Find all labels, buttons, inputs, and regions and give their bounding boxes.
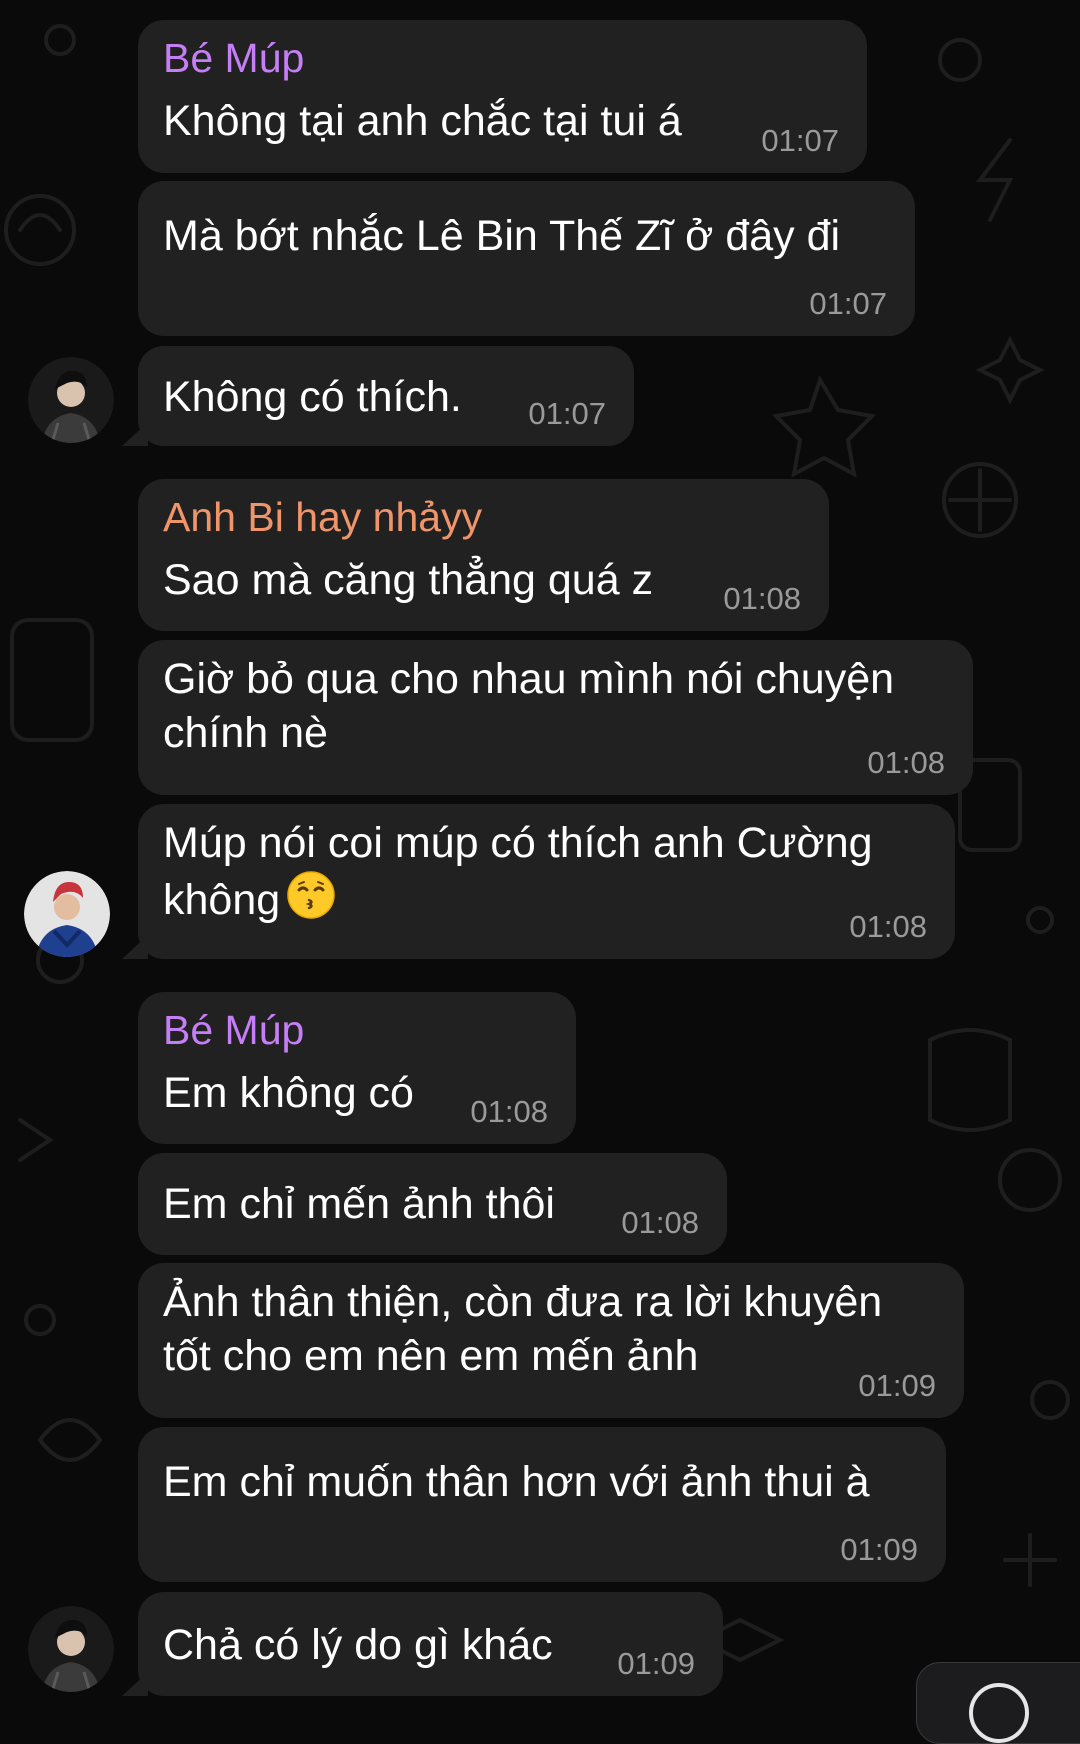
message-time: 01:08 xyxy=(621,1205,699,1240)
message-bubble[interactable]: Em chỉ mến ảnh thôi 01:08 xyxy=(138,1153,727,1255)
message-time: 01:07 xyxy=(761,123,839,158)
message-text: Chả có lý do gì khác xyxy=(163,1621,553,1669)
message-text: Em chỉ mến ảnh thôi xyxy=(163,1180,555,1228)
sender-name[interactable]: Bé Múp xyxy=(163,1004,548,1056)
message-text: Không tại anh chắc tại tui á xyxy=(163,97,682,145)
message-text: tốt cho em nên em mến ảnh xyxy=(163,1332,699,1380)
message-list[interactable]: Bé Múp Không tại anh chắc tại tui á 01:0… xyxy=(0,0,1080,1708)
avatar-2-icon[interactable] xyxy=(24,871,110,957)
message-bubble[interactable]: Em chỉ muốn thân hơn với ảnh thui à 01:0… xyxy=(138,1427,946,1582)
message-bubble[interactable]: Múp nói coi múp có thích anh Cường không… xyxy=(122,804,955,959)
avatar-1-icon[interactable] xyxy=(28,1606,114,1692)
message-time: 01:07 xyxy=(809,286,887,321)
avatar-1-icon[interactable] xyxy=(28,357,114,443)
message-bubble[interactable]: Không có thích. 01:07 xyxy=(122,346,634,446)
message-time: 01:08 xyxy=(849,909,927,944)
message-line: không xyxy=(163,870,927,927)
message-bubble[interactable]: Bé Múp Không tại anh chắc tại tui á 01:0… xyxy=(138,20,867,173)
message-time: 01:09 xyxy=(617,1646,695,1681)
message-bubble[interactable]: Bé Múp Em không có 01:08 xyxy=(138,992,576,1144)
message-text: Mà bớt nhắc Lê Bin Thế Zĩ ở đây đi xyxy=(163,212,841,260)
message-time: 01:08 xyxy=(723,581,801,616)
message-text: Ảnh thân thiện, còn đưa ra lời khuyên xyxy=(163,1278,883,1326)
message-bubble[interactable]: Giờ bỏ qua cho nhau mình nói chuyện chín… xyxy=(138,640,973,795)
message-text: Em chỉ muốn thân hơn với ảnh thui à xyxy=(163,1458,870,1506)
message-text: Múp nói coi múp có thích anh Cường xyxy=(163,819,873,867)
kissing-face-emoji-icon xyxy=(286,870,336,920)
message-time: 01:09 xyxy=(840,1532,918,1567)
message-bubble[interactable]: Mà bớt nhắc Lê Bin Thế Zĩ ở đây đi 01:07 xyxy=(138,181,915,336)
circle-icon xyxy=(969,1683,1029,1743)
message-text: Sao mà căng thẳng quá z xyxy=(163,556,654,604)
sender-name[interactable]: Anh Bi hay nhảyy xyxy=(163,491,801,543)
message-bubble[interactable]: Chả có lý do gì khác 01:09 xyxy=(122,1592,723,1696)
message-text: không xyxy=(163,876,281,924)
message-time: 01:09 xyxy=(858,1368,936,1403)
message-text: chính nè xyxy=(163,709,328,757)
sender-name[interactable]: Bé Múp xyxy=(163,32,839,84)
message-bubble[interactable]: Anh Bi hay nhảyy Sao mà căng thẳng quá z… xyxy=(138,479,829,631)
message-time: 01:07 xyxy=(528,396,606,431)
message-time: 01:08 xyxy=(867,745,945,780)
message-time: 01:08 xyxy=(470,1094,548,1129)
message-bubble[interactable]: Ảnh thân thiện, còn đưa ra lời khuyên tố… xyxy=(138,1263,964,1418)
scroll-down-button[interactable] xyxy=(916,1662,1080,1744)
message-text: Giờ bỏ qua cho nhau mình nói chuyện xyxy=(163,655,895,703)
